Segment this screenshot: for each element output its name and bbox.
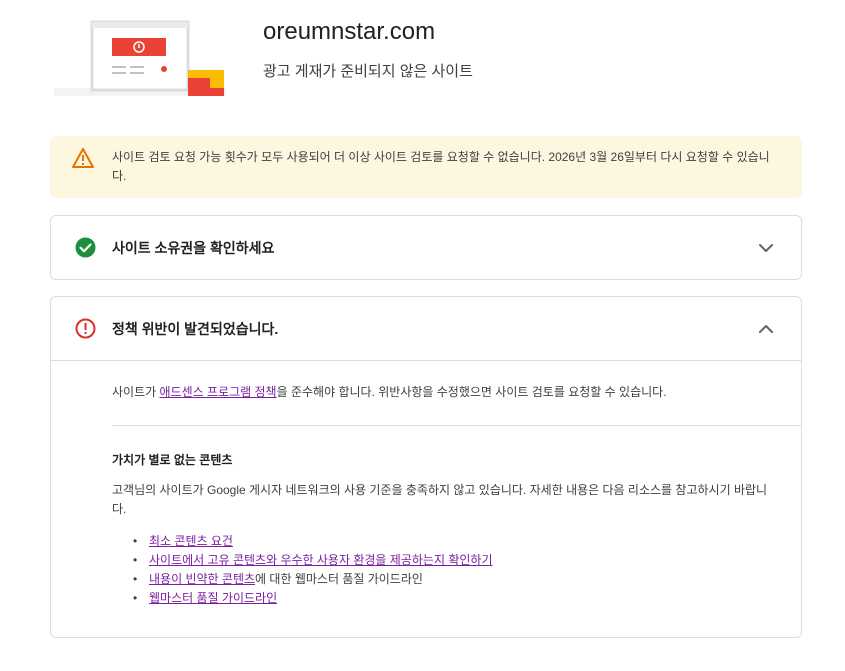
policy-requirement-text: 사이트가 애드센스 프로그램 정책을 준수해야 합니다. 위반사항을 수정했으면…	[112, 383, 667, 400]
list-item: 내용이 빈약한 콘텐츠에 대한 웹마스터 품질 가이드라인	[133, 570, 493, 589]
ownership-card[interactable]: 사이트 소유권을 확인하세요	[50, 215, 802, 280]
site-header: oreumnstar.com 광고 게재가 준비되지 않은 사이트	[0, 0, 845, 110]
chevron-down-icon[interactable]	[756, 238, 776, 258]
policy-suffix: 을 준수해야 합니다. 위반사항을 수정했으면 사이트 검토를 요청할 수 있습…	[276, 385, 667, 399]
list-item: 사이트에서 고유 콘텐츠와 우수한 사용자 환경을 제공하는지 확인하기	[133, 551, 493, 570]
thin-content-suffix: 에 대한 웹마스터 품질 가이드라인	[255, 572, 423, 586]
site-domain: oreumnstar.com	[263, 18, 436, 45]
unique-content-check-link[interactable]: 사이트에서 고유 콘텐츠와 우수한 사용자 환경을 제공하는지 확인하기	[149, 553, 493, 567]
webmaster-guidelines-link[interactable]: 웹마스터 품질 가이드라인	[149, 591, 277, 605]
chevron-up-icon[interactable]	[756, 319, 776, 339]
site-not-ready-illustration	[54, 20, 226, 96]
warning-triangle-icon	[72, 148, 94, 168]
ownership-title: 사이트 소유권을 확인하세요	[112, 240, 275, 256]
thin-content-link[interactable]: 내용이 빈약한 콘텐츠	[149, 572, 255, 586]
issue-title: 가치가 별로 없는 콘텐츠	[112, 453, 233, 467]
review-limit-warning: 사이트 검토 요청 가능 횟수가 모두 사용되어 더 이상 사이트 검토를 요청…	[50, 136, 802, 198]
check-circle-icon	[75, 237, 96, 258]
policy-violation-card: 정책 위반이 발견되었습니다. 사이트가 애드센스 프로그램 정책을 준수해야 …	[50, 296, 802, 638]
list-item: 최소 콘텐츠 요건	[133, 532, 493, 551]
error-circle-icon	[75, 318, 96, 339]
ownership-card-header[interactable]: 사이트 소유권을 확인하세요	[51, 216, 801, 279]
violation-title: 정책 위반이 발견되었습니다.	[112, 321, 279, 337]
policy-prefix: 사이트가	[112, 385, 160, 399]
site-status-text: 광고 게재가 준비되지 않은 사이트	[263, 63, 473, 80]
list-item: 웹마스터 품질 가이드라인	[133, 589, 493, 608]
min-content-requirements-link[interactable]: 최소 콘텐츠 요건	[149, 534, 233, 548]
resource-list: 최소 콘텐츠 요건 사이트에서 고유 콘텐츠와 우수한 사용자 환경을 제공하는…	[133, 532, 493, 608]
issue-description: 고객님의 사이트가 Google 게시자 네트워크의 사용 기준을 충족하지 않…	[112, 483, 768, 516]
divider	[112, 425, 801, 426]
warning-text: 사이트 검토 요청 가능 횟수가 모두 사용되어 더 이상 사이트 검토를 요청…	[112, 150, 770, 183]
adsense-policy-link[interactable]: 애드센스 프로그램 정책	[160, 385, 277, 399]
violation-card-header[interactable]: 정책 위반이 발견되었습니다.	[51, 297, 801, 361]
